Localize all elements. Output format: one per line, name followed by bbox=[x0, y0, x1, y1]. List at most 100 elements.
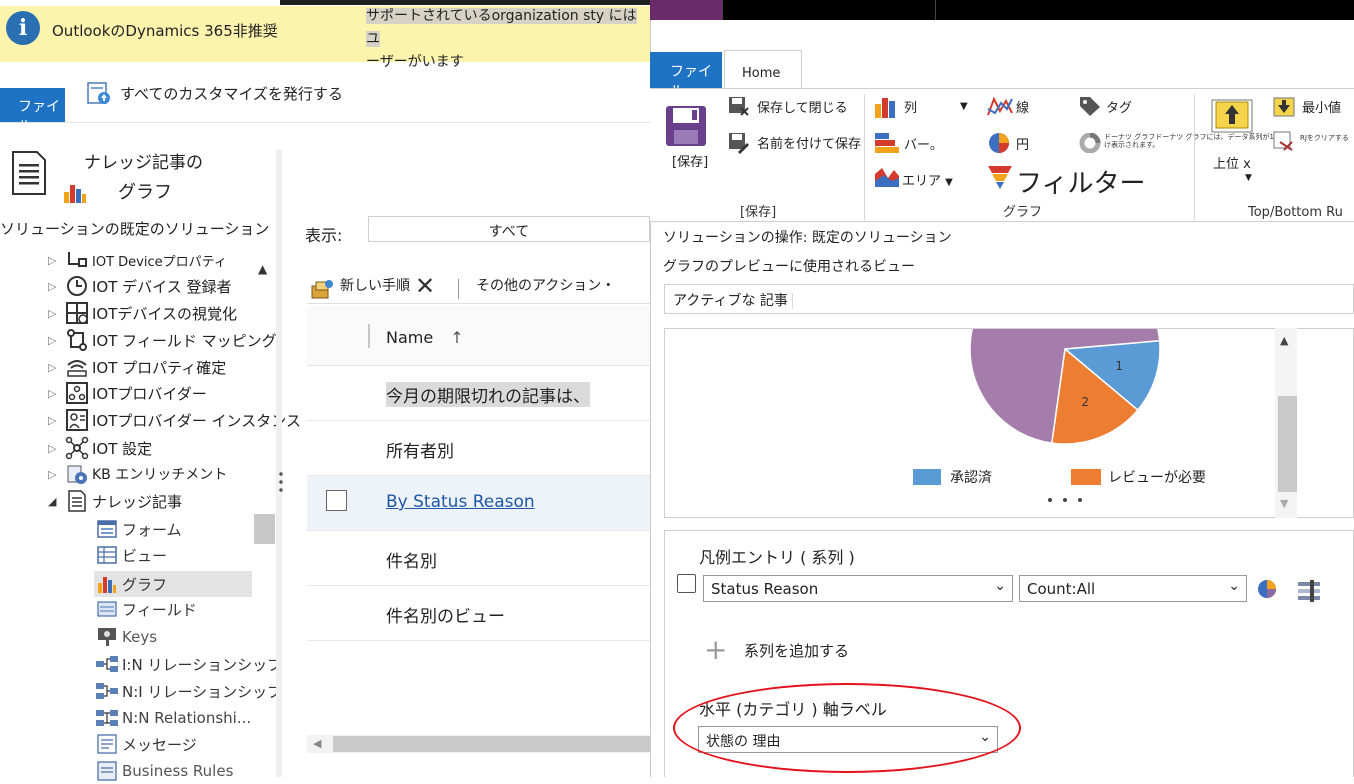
new-step-button[interactable]: 新しい手順 bbox=[340, 275, 410, 295]
table-row[interactable]: 所有者別 bbox=[307, 421, 650, 476]
pie-chart-button[interactable]: 円 bbox=[1016, 134, 1029, 153]
sort-ascending-icon[interactable]: ↑ bbox=[450, 328, 463, 347]
tab-home[interactable]: Home bbox=[724, 50, 802, 88]
subtree-item-keys[interactable]: Keys bbox=[94, 624, 157, 650]
tree-item-iot-field-mapping[interactable]: ▷ IOT フィールド マッピング bbox=[48, 327, 277, 353]
series-checkbox[interactable] bbox=[677, 574, 696, 593]
preview-view-selector[interactable]: アクティブな 記事 bbox=[664, 284, 1354, 314]
publish-all-button[interactable]: すべてのカスタマイズを発行する bbox=[120, 83, 343, 104]
clear-rule-button[interactable]: RJをクリアする bbox=[1300, 133, 1349, 143]
column-chart-button[interactable]: 列 bbox=[904, 97, 917, 116]
scroll-left-icon[interactable]: ◀ bbox=[313, 737, 321, 750]
subtree-item-message[interactable]: メッセージ bbox=[94, 731, 197, 757]
dropdown-arrow-icon[interactable]: ▼ bbox=[1245, 173, 1252, 183]
notification-title[interactable]: OutlookのDynamics 365非推奨 bbox=[52, 20, 278, 41]
bottom-x-button[interactable]: 最小値 bbox=[1302, 97, 1341, 116]
save-as-icon[interactable] bbox=[728, 132, 750, 154]
tree-item-iot-visualization[interactable]: ▷ IOTデバイスの視覚化 bbox=[48, 300, 237, 326]
expand-arrow-icon[interactable]: ▷ bbox=[48, 361, 64, 374]
column-separator[interactable] bbox=[368, 324, 370, 348]
tree-item-knowledge-article[interactable]: ◢ ナレッジ記事 bbox=[48, 488, 182, 514]
donut-chart-button[interactable]: ドーナツ グラフドーナツ グラフには、データ系列が1つだけ表示されます。 bbox=[1104, 133, 1294, 149]
min-value-icon[interactable] bbox=[1272, 96, 1296, 118]
column-chart-icon[interactable] bbox=[874, 96, 900, 118]
series-chart-type-icon[interactable] bbox=[1256, 578, 1278, 600]
subtree-item-chart[interactable]: グラフ bbox=[94, 571, 167, 597]
drag-handle-icon[interactable] bbox=[279, 470, 283, 496]
table-row[interactable]: 件名別のビュー bbox=[307, 586, 650, 641]
save-and-close-button[interactable]: 保存して閉じる bbox=[757, 97, 848, 116]
file-tab[interactable]: ファイル bbox=[0, 88, 65, 135]
chevron-down-icon[interactable]: ⌄ bbox=[1228, 578, 1240, 594]
name-column-header[interactable]: Name ↑ bbox=[386, 328, 464, 347]
collapse-arrow-icon[interactable]: ◢ bbox=[48, 495, 64, 508]
horizontal-scroll-thumb[interactable] bbox=[333, 736, 650, 752]
tree-item-iot-device-registrant[interactable]: ▷ IOT デバイス 登録者 bbox=[48, 273, 231, 299]
expand-arrow-icon[interactable]: ▷ bbox=[48, 254, 64, 267]
table-row[interactable]: 件名別 bbox=[307, 531, 650, 586]
expand-arrow-icon[interactable]: ▷ bbox=[48, 468, 64, 481]
area-chart-icon[interactable] bbox=[874, 166, 900, 188]
bar-chart-button[interactable]: バー。 bbox=[904, 134, 943, 153]
publish-icon[interactable] bbox=[86, 80, 112, 106]
pane-splitter[interactable] bbox=[276, 150, 282, 777]
tree-item-iot-provider[interactable]: ▷ IOTプロバイダー bbox=[48, 380, 207, 406]
tree-item-iot-property-confirm[interactable]: ▷ IOT プロパティ確定 bbox=[48, 354, 226, 380]
row-checkbox[interactable] bbox=[326, 490, 347, 511]
save-icon[interactable] bbox=[664, 104, 708, 148]
expand-arrow-icon[interactable]: ▷ bbox=[48, 414, 64, 427]
delete-icon[interactable]: ✕ bbox=[415, 272, 435, 300]
table-row-selected[interactable]: By Status Reason bbox=[307, 476, 650, 531]
tab-file[interactable]: ファイル bbox=[650, 52, 722, 100]
tag-chart-icon[interactable] bbox=[1078, 95, 1102, 117]
series-field-select[interactable]: Status Reason ⌄ bbox=[703, 575, 1013, 602]
save-as-button[interactable]: 名前を付けて保存 bbox=[757, 133, 861, 152]
subtree-item-field[interactable]: フィールド bbox=[94, 596, 197, 622]
dropdown-arrow-icon[interactable]: ▼ bbox=[945, 177, 953, 188]
line-chart-button[interactable]: 線 bbox=[1016, 97, 1029, 116]
subtree-item-view[interactable]: ビュー bbox=[94, 542, 167, 568]
scroll-down-icon[interactable]: ▼ bbox=[1280, 497, 1288, 510]
add-icon[interactable]: + bbox=[704, 636, 727, 664]
dropdown-arrow-icon[interactable]: ▼ bbox=[960, 101, 968, 112]
more-actions-button[interactable]: その他のアクション・ bbox=[476, 275, 615, 295]
funnel-chart-icon[interactable] bbox=[987, 164, 1013, 190]
view-selector[interactable]: すべて bbox=[368, 216, 650, 242]
chart-scroll-thumb[interactable] bbox=[1278, 396, 1297, 492]
save-button[interactable]: [保存] bbox=[672, 151, 708, 170]
add-series-button[interactable]: 系列を追加する bbox=[744, 640, 849, 661]
expand-arrow-icon[interactable]: ▷ bbox=[48, 334, 64, 347]
save-close-icon[interactable] bbox=[728, 96, 750, 116]
new-step-icon[interactable] bbox=[310, 278, 334, 300]
area-chart-button[interactable]: エリア ▼ bbox=[902, 170, 953, 189]
top-x-icon[interactable] bbox=[1208, 98, 1258, 134]
expand-arrow-icon[interactable]: ▷ bbox=[48, 307, 64, 320]
scroll-up-icon[interactable]: ▲ bbox=[1280, 334, 1288, 347]
clear-rule-icon[interactable] bbox=[1272, 130, 1296, 152]
expand-arrow-icon[interactable]: ▷ bbox=[48, 280, 64, 293]
chevron-down-icon[interactable]: ⌄ bbox=[994, 578, 1006, 594]
subtree-item-business-rules[interactable]: Business Rules bbox=[94, 758, 233, 784]
bar-chart-icon[interactable] bbox=[874, 132, 900, 156]
row-name-link[interactable]: By Status Reason bbox=[386, 492, 535, 512]
table-row[interactable]: 今月の期限切れの記事は、 bbox=[307, 366, 650, 421]
tree-item-iot-device-property[interactable]: ▷ IOT Deviceプロパティ bbox=[48, 247, 227, 273]
funnel-chart-button[interactable]: フィルター bbox=[1016, 163, 1145, 200]
expand-arrow-icon[interactable]: ▷ bbox=[48, 442, 64, 455]
subtree-item-form[interactable]: フォーム bbox=[94, 516, 182, 542]
series-aggregate-select[interactable]: Count:All ⌄ bbox=[1019, 575, 1247, 602]
tag-chart-button[interactable]: タグ bbox=[1106, 97, 1132, 116]
row-name[interactable]: 件名別のビュー bbox=[386, 602, 505, 627]
row-name[interactable]: 所有者別 bbox=[386, 437, 454, 462]
row-name[interactable]: 今月の期限切れの記事は、 bbox=[386, 382, 590, 407]
tree-item-iot-settings[interactable]: ▷ IOT 設定 bbox=[48, 435, 152, 461]
pie-chart-icon[interactable] bbox=[987, 131, 1011, 155]
expand-arrow-icon[interactable]: ▷ bbox=[48, 387, 64, 400]
more-legend-icon[interactable] bbox=[1048, 498, 1082, 502]
top-x-button[interactable]: 上位 x bbox=[1213, 153, 1251, 172]
line-chart-icon[interactable] bbox=[987, 95, 1013, 119]
tree-scroll-thumb[interactable] bbox=[254, 514, 275, 544]
series-options-icon[interactable] bbox=[1296, 578, 1322, 604]
subtree-item-nn-relationship[interactable]: N:N Relationshi... bbox=[94, 705, 251, 731]
tree-item-kb-enrichment[interactable]: ▷ KB エンリッチメント bbox=[48, 461, 227, 487]
